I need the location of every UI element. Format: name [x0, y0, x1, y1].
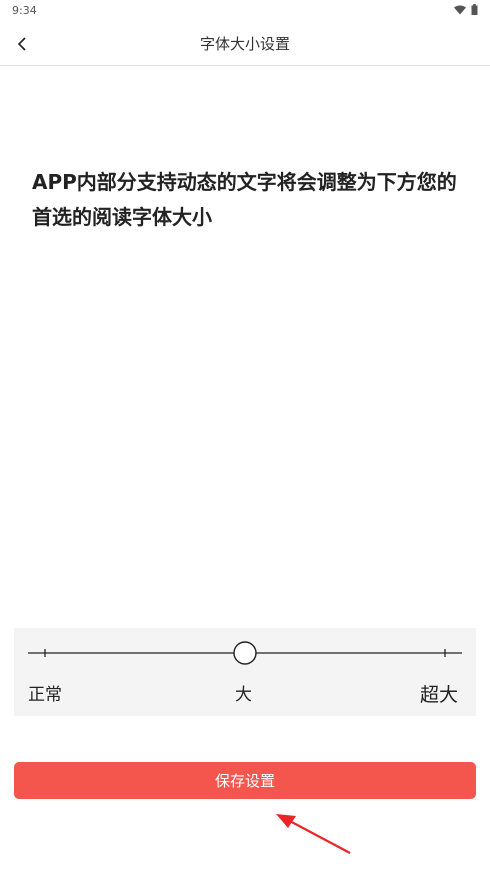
app-bar: 字体大小设置 — [0, 22, 490, 66]
font-preview-text: APP内部分支持动态的文字将会调整为下方您的首选的阅读字体大小 — [32, 170, 457, 229]
wifi-icon — [454, 5, 466, 14]
status-icons — [454, 4, 478, 15]
slider-thumb[interactable] — [233, 641, 257, 665]
font-size-slider[interactable] — [14, 628, 476, 678]
page-title: 字体大小设置 — [199, 35, 290, 53]
size-label-normal[interactable]: 正常 — [28, 680, 62, 705]
size-label-large[interactable]: 大 — [235, 680, 252, 705]
save-settings-button[interactable]: 保存设置 — [14, 762, 476, 799]
font-size-slider-panel: 正常 大 超大 — [14, 628, 476, 716]
size-label-xlarge[interactable]: 超大 — [420, 680, 458, 707]
status-time: 9:34 — [12, 4, 37, 17]
battery-icon — [471, 4, 478, 15]
status-bar: 9:34 — [0, 0, 490, 22]
annotation-arrow-icon — [276, 814, 351, 854]
